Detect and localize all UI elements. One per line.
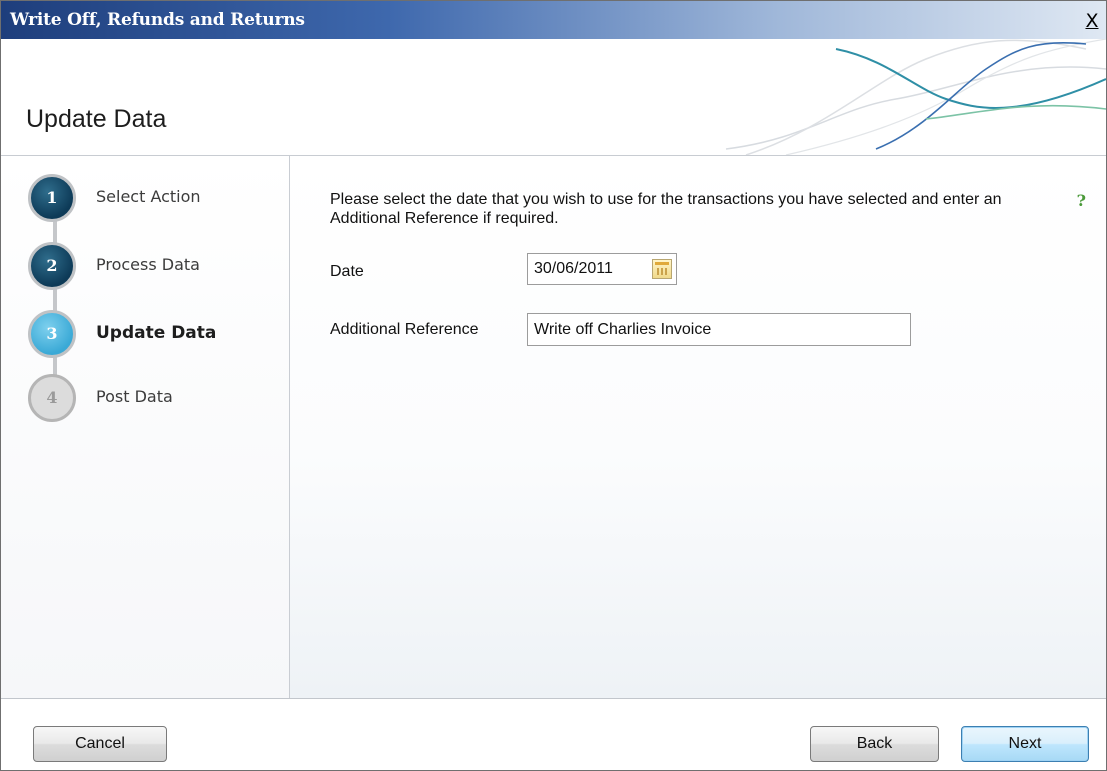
button-bar: Cancel Back Next: [1, 698, 1106, 770]
step-number-badge: 1: [28, 174, 76, 222]
additional-reference-field[interactable]: Write off Charlies Invoice: [527, 313, 911, 346]
date-value: 30/06/2011: [534, 260, 613, 277]
step-number-badge: 3: [28, 310, 76, 358]
calendar-icon[interactable]: [652, 259, 672, 279]
help-icon[interactable]: ?: [1077, 191, 1086, 210]
title-bar[interactable]: Write Off, Refunds and Returns X: [1, 1, 1106, 39]
step-label: Process Data: [96, 255, 200, 274]
step-select-action: 1 Select Action: [28, 174, 288, 224]
date-label: Date: [330, 263, 364, 280]
window-title: Write Off, Refunds and Returns: [10, 10, 305, 30]
step-post-data: 4 Post Data: [28, 374, 288, 424]
additional-reference-value: Write off Charlies Invoice: [534, 321, 712, 338]
step-process-data: 2 Process Data: [28, 242, 288, 292]
step-label: Update Data: [96, 323, 217, 343]
additional-reference-label: Additional Reference: [330, 321, 479, 338]
instructions-text: Please select the date that you wish to …: [330, 191, 1002, 227]
step-number-badge: 2: [28, 242, 76, 290]
steps-connector: [53, 194, 57, 394]
page-title: Update Data: [26, 105, 167, 133]
back-button[interactable]: Back: [810, 726, 939, 762]
cancel-button[interactable]: Cancel: [33, 726, 167, 762]
content-panel: Please select the date that you wish to …: [290, 156, 1106, 698]
step-label: Select Action: [96, 187, 201, 206]
dialog-window: Write Off, Refunds and Returns X Update …: [0, 0, 1107, 771]
step-update-data: 3 Update Data: [28, 310, 288, 360]
step-label: Post Data: [96, 387, 173, 406]
wizard-header: Update Data: [1, 39, 1106, 156]
date-field[interactable]: 30/06/2011: [527, 253, 677, 285]
next-button[interactable]: Next: [961, 726, 1089, 762]
close-button[interactable]: X: [1082, 11, 1102, 31]
steps-sidebar: 1 Select Action 2 Process Data 3 Update …: [1, 156, 290, 698]
step-number-badge: 4: [28, 374, 76, 422]
decorative-swoosh: [725, 39, 1106, 155]
